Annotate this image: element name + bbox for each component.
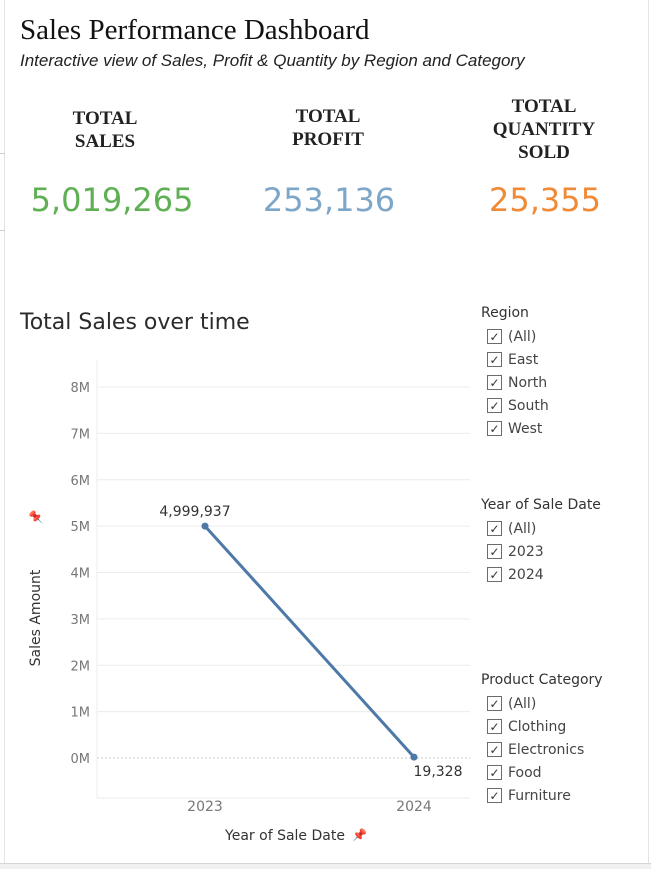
filter-region: Region ✓ (All) ✓ East ✓ North ✓ South ✓ West xyxy=(481,305,549,440)
checkbox-checked-icon[interactable]: ✓ xyxy=(487,567,502,582)
data-point[interactable] xyxy=(201,522,209,530)
filter-option-label: Furniture xyxy=(508,787,571,804)
y-tick-label: 3M xyxy=(71,613,91,628)
kpi-profit-label: TOTAL PROFIT xyxy=(268,105,388,151)
filter-option-label: (All) xyxy=(508,520,537,537)
pin-icon[interactable]: 📌 xyxy=(352,827,367,842)
checkbox-checked-icon[interactable]: ✓ xyxy=(487,788,502,803)
checkbox-checked-icon[interactable]: ✓ xyxy=(487,398,502,413)
checkbox-checked-icon[interactable]: ✓ xyxy=(487,719,502,734)
kpi-sales-label: TOTAL SALES xyxy=(45,107,165,153)
kpi-label-line: TOTAL xyxy=(295,106,361,127)
filter-option-label: Electronics xyxy=(508,741,585,758)
filter-option[interactable]: ✓ Food xyxy=(481,761,603,784)
kpi-sales-value: 5,019,265 xyxy=(30,181,194,219)
y-tick-label: 6M xyxy=(71,474,91,489)
checkbox-checked-icon[interactable]: ✓ xyxy=(487,352,502,367)
pin-icon[interactable]: 📌 xyxy=(28,509,43,524)
kpi-profit-value: 253,136 xyxy=(262,181,396,219)
filter-option[interactable]: ✓ Clothing xyxy=(481,715,603,738)
y-axis-label: Sales Amount xyxy=(28,569,44,666)
filter-option[interactable]: ✓ Electronics xyxy=(481,738,603,761)
filter-option-label: North xyxy=(508,374,548,391)
filter-option-label: Clothing xyxy=(508,718,567,735)
y-tick-label: 5M xyxy=(71,520,91,535)
filter-option[interactable]: ✓ North xyxy=(481,371,549,394)
data-label: 4,999,937 xyxy=(159,504,230,520)
kpi-label-line: SALES xyxy=(74,131,136,152)
filter-option-label: East xyxy=(508,351,539,368)
kpi-label-line: TOTAL xyxy=(511,96,577,117)
filter-option-label: (All) xyxy=(508,695,537,712)
filter-option[interactable]: ✓ (All) xyxy=(481,325,549,348)
filter-product-category: Product Category ✓ (All) ✓ Clothing ✓ Electron… xyxy=(481,672,603,807)
checkbox-checked-icon[interactable]: ✓ xyxy=(487,329,502,344)
filter-year-of-sale-date: Year of Sale Date ✓ (All) ✓ 2023 ✓ 2024 xyxy=(481,497,601,586)
bottom-scrollbar[interactable] xyxy=(0,863,651,869)
y-tick-label: 2M xyxy=(71,659,91,674)
y-tick-label: 1M xyxy=(71,706,91,721)
edge-tick xyxy=(0,230,5,231)
filter-option[interactable]: ✓ (All) xyxy=(481,692,603,715)
checkbox-checked-icon[interactable]: ✓ xyxy=(487,765,502,780)
filter-option-label: Food xyxy=(508,764,542,781)
checkbox-checked-icon[interactable]: ✓ xyxy=(487,696,502,711)
checkbox-checked-icon[interactable]: ✓ xyxy=(487,544,502,559)
x-tick-label: 2023 xyxy=(187,799,223,815)
filter-option-label: 2024 xyxy=(508,566,544,583)
x-tick-label: 2024 xyxy=(396,799,432,815)
y-tick-label: 4M xyxy=(71,567,91,582)
y-tick-label: 8M xyxy=(71,381,91,396)
filter-option[interactable]: ✓ (All) xyxy=(481,517,601,540)
series-line[interactable] xyxy=(203,524,416,759)
checkbox-checked-icon[interactable]: ✓ xyxy=(487,742,502,757)
checkbox-checked-icon[interactable]: ✓ xyxy=(487,521,502,536)
y-tick-label: 7M xyxy=(71,427,91,442)
kpi-quantity-value: 25,355 xyxy=(489,181,601,219)
filter-title: Year of Sale Date xyxy=(481,497,601,513)
filter-option[interactable]: ✓ 2024 xyxy=(481,563,601,586)
checkbox-checked-icon[interactable]: ✓ xyxy=(487,421,502,436)
edge-tick xyxy=(0,153,5,154)
data-label: 19,328 xyxy=(414,764,463,780)
data-point[interactable] xyxy=(410,753,418,761)
sales-line-chart[interactable]: 0M 1M 2M 3M 4M 5M 6M 7M 8M 2023 2024 4,999,937 19,… xyxy=(0,340,480,860)
dashboard-subtitle: Interactive view of Sales, Profit & Quan… xyxy=(20,51,525,70)
filter-option[interactable]: ✓ West xyxy=(481,417,549,440)
filter-option[interactable]: ✓ Furniture xyxy=(481,784,603,807)
kpi-label-line: TOTAL xyxy=(72,108,138,129)
kpi-label-line: PROFIT xyxy=(292,129,364,150)
y-tick-label: 0M xyxy=(71,752,91,767)
kpi-quantity-label: TOTAL QUANTITY SOLD xyxy=(474,95,614,164)
dashboard-title: Sales Performance Dashboard xyxy=(20,14,370,46)
filter-title: Product Category xyxy=(481,672,603,688)
kpi-label-line: QUANTITY xyxy=(492,119,596,140)
x-axis-label: Year of Sale Date xyxy=(224,828,345,844)
filter-option[interactable]: ✓ East xyxy=(481,348,549,371)
filter-option[interactable]: ✓ South xyxy=(481,394,549,417)
filter-option-label: West xyxy=(508,420,543,437)
filter-title: Region xyxy=(481,305,529,321)
kpi-label-line: SOLD xyxy=(518,142,570,163)
filter-option-label: (All) xyxy=(508,328,537,345)
filter-option[interactable]: ✓ 2023 xyxy=(481,540,601,563)
filter-option-label: 2023 xyxy=(508,543,544,560)
filter-option-label: South xyxy=(508,397,549,414)
chart-title: Total Sales over time xyxy=(20,310,250,335)
checkbox-checked-icon[interactable]: ✓ xyxy=(487,375,502,390)
